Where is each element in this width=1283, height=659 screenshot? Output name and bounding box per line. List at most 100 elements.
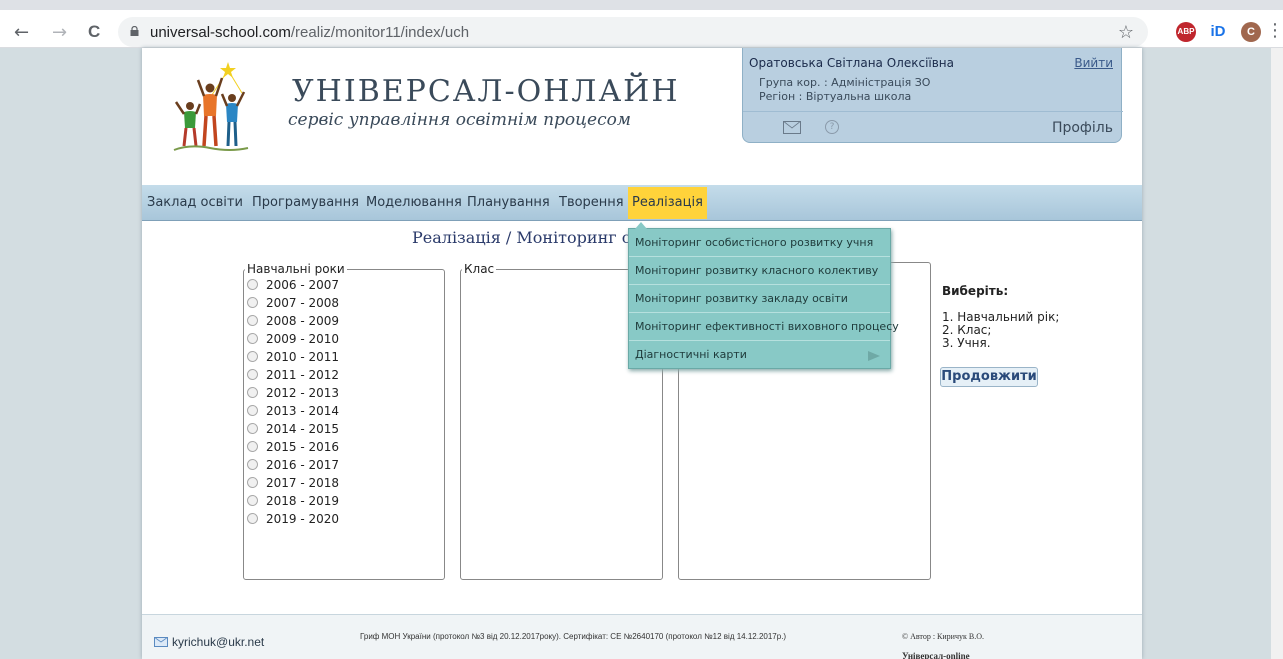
user-name: Оратовська Світлана Олексіївна bbox=[749, 56, 955, 70]
year-option[interactable]: 2018 - 2019 bbox=[247, 492, 444, 510]
year-option[interactable]: 2006 - 2007 bbox=[247, 276, 444, 294]
year-label: 2009 - 2010 bbox=[266, 332, 340, 346]
year-option[interactable]: 2009 - 2010 bbox=[247, 330, 444, 348]
realization-dropdown-menu: Моніторинг особистісного розвитку учня М… bbox=[628, 222, 899, 369]
url-host: universal-school.com bbox=[150, 24, 291, 41]
year-radio[interactable] bbox=[247, 333, 258, 344]
year-option[interactable]: 2017 - 2018 bbox=[247, 474, 444, 492]
year-radio[interactable] bbox=[247, 315, 258, 326]
year-option[interactable]: 2007 - 2008 bbox=[247, 294, 444, 312]
tab-strip bbox=[0, 0, 1283, 10]
year-option[interactable]: 2016 - 2017 bbox=[247, 456, 444, 474]
dropdown-item-upbringing-monitoring[interactable]: Моніторинг ефективності виховного процес… bbox=[629, 313, 899, 341]
submenu-arrow-icon bbox=[868, 351, 880, 361]
year-option[interactable]: 2019 - 2020 bbox=[247, 510, 444, 528]
bookmark-star-icon[interactable]: ☆ bbox=[1118, 22, 1134, 43]
year-option[interactable]: 2015 - 2016 bbox=[247, 438, 444, 456]
menu-item-creation[interactable]: Творення bbox=[559, 195, 624, 210]
logo-children-icon bbox=[173, 62, 249, 151]
browser-toolbar: ← → C universal-school.com/realiz/monito… bbox=[0, 0, 1283, 48]
id-extension-icon[interactable]: iD bbox=[1208, 22, 1228, 42]
year-radio[interactable] bbox=[247, 405, 258, 416]
year-option[interactable]: 2014 - 2015 bbox=[247, 420, 444, 438]
reload-button[interactable]: C bbox=[88, 22, 100, 42]
dropdown-item-class-monitoring[interactable]: Моніторинг розвитку класного колективу bbox=[629, 257, 890, 285]
year-label: 2014 - 2015 bbox=[266, 422, 340, 436]
year-option[interactable]: 2010 - 2011 bbox=[247, 348, 444, 366]
mail-icon bbox=[154, 637, 168, 647]
url-text: universal-school.com/realiz/monitor11/in… bbox=[150, 24, 469, 41]
forward-button[interactable]: → bbox=[52, 22, 67, 43]
year-option[interactable]: 2011 - 2012 bbox=[247, 366, 444, 384]
year-label: 2008 - 2009 bbox=[266, 314, 340, 328]
footer-author: © Автор : Киричук В.О. bbox=[902, 632, 984, 641]
dropdown-caret bbox=[635, 222, 647, 229]
year-option[interactable]: 2012 - 2013 bbox=[247, 384, 444, 402]
dropdown-item-student-monitoring[interactable]: Моніторинг особистісного розвитку учня bbox=[629, 229, 890, 257]
diagnostic-cards-label: Діагностичні карти bbox=[635, 348, 747, 361]
user-group: Група кор. : Адміністрація ЗО bbox=[759, 76, 931, 89]
menu-item-realization[interactable]: Реалізація bbox=[628, 187, 707, 219]
footer-certification: Гриф МОН України (протокол №3 від 20.12.… bbox=[360, 632, 787, 641]
profile-avatar[interactable]: C bbox=[1241, 22, 1261, 42]
page-container: УНІВЕРСАЛ-ОНЛАЙН сервіс управління освіт… bbox=[142, 48, 1142, 659]
instructions-heading: Виберіть: bbox=[942, 284, 1009, 298]
user-panel: Оратовська Світлана Олексіївна Вийти Гру… bbox=[742, 48, 1123, 143]
year-label: 2016 - 2017 bbox=[266, 458, 340, 472]
year-radio[interactable] bbox=[247, 297, 258, 308]
year-radio[interactable] bbox=[247, 513, 258, 524]
chrome-menu-icon[interactable]: ⋮ bbox=[1266, 20, 1283, 41]
page-title: Реалізація / Моніторинг о bbox=[412, 228, 632, 247]
menu-item-zaklad[interactable]: Заклад освіти bbox=[147, 195, 243, 210]
continue-button[interactable]: Продовжити bbox=[940, 367, 1038, 387]
address-bar[interactable]: universal-school.com/realiz/monitor11/in… bbox=[118, 17, 1148, 47]
back-button[interactable]: ← bbox=[14, 22, 29, 43]
year-radio[interactable] bbox=[247, 495, 258, 506]
year-label: 2017 - 2018 bbox=[266, 476, 340, 490]
year-radio[interactable] bbox=[247, 387, 258, 398]
menu-item-programming[interactable]: Програмування bbox=[252, 195, 359, 210]
year-label: 2019 - 2020 bbox=[266, 512, 340, 526]
menu-item-planning[interactable]: Планування bbox=[467, 195, 550, 210]
help-icon[interactable]: ? bbox=[825, 120, 839, 134]
scrollbar[interactable] bbox=[1271, 48, 1283, 659]
year-option[interactable]: 2013 - 2014 bbox=[247, 402, 444, 420]
instruction-line: 3. Учня. bbox=[942, 336, 991, 350]
envelope-icon[interactable] bbox=[783, 121, 801, 134]
years-list: 2006 - 2007 2007 - 2008 2008 - 2009 2009 - … bbox=[244, 276, 444, 528]
year-label: 2018 - 2019 bbox=[266, 494, 340, 508]
year-radio[interactable] bbox=[247, 369, 258, 380]
adblock-extension-icon[interactable]: ABP bbox=[1176, 22, 1196, 42]
dropdown-item-school-monitoring[interactable]: Моніторинг розвитку закладу освіти bbox=[629, 285, 890, 313]
instructions: Виберіть: 1. Навчальний рік; 2. Клас; 3.… bbox=[942, 284, 1059, 350]
year-label: 2007 - 2008 bbox=[266, 296, 340, 310]
lock-icon bbox=[130, 26, 139, 36]
footer-email[interactable]: kyrichuk@ukr.net bbox=[172, 635, 264, 649]
menu-item-modeling[interactable]: Моделювання bbox=[366, 195, 462, 210]
brand-tagline: сервіс управління освітнім процесом bbox=[288, 110, 631, 130]
year-radio[interactable] bbox=[247, 477, 258, 488]
year-radio[interactable] bbox=[247, 423, 258, 434]
user-info: Група кор. : Адміністрація ЗО Регіон : В… bbox=[759, 76, 930, 104]
class-legend: Клас bbox=[464, 262, 495, 276]
year-label: 2015 - 2016 bbox=[266, 440, 340, 454]
footer: kyrichuk@ukr.net Гриф МОН України (прото… bbox=[142, 614, 1142, 659]
main-menu: Заклад освіти Програмування Моделювання … bbox=[142, 185, 1142, 221]
years-legend: Навчальні роки bbox=[247, 262, 345, 276]
year-label: 2013 - 2014 bbox=[266, 404, 340, 418]
dropdown-item-diagnostic-cards[interactable]: Діагностичні карти bbox=[629, 341, 890, 369]
year-radio[interactable] bbox=[247, 441, 258, 452]
year-label: 2012 - 2013 bbox=[266, 386, 340, 400]
year-radio[interactable] bbox=[247, 351, 258, 362]
profile-link[interactable]: Профіль bbox=[1052, 120, 1113, 136]
user-panel-divider bbox=[743, 111, 1123, 112]
year-label: 2010 - 2011 bbox=[266, 350, 340, 364]
year-option[interactable]: 2008 - 2009 bbox=[247, 312, 444, 330]
year-radio[interactable] bbox=[247, 459, 258, 470]
logout-link[interactable]: Вийти bbox=[1074, 56, 1113, 70]
year-label: 2006 - 2007 bbox=[266, 278, 340, 292]
year-radio[interactable] bbox=[247, 279, 258, 290]
brand-title: УНІВЕРСАЛ-ОНЛАЙН bbox=[292, 74, 680, 109]
year-label: 2011 - 2012 bbox=[266, 368, 340, 382]
footer-project: Універсал-online bbox=[902, 651, 970, 659]
